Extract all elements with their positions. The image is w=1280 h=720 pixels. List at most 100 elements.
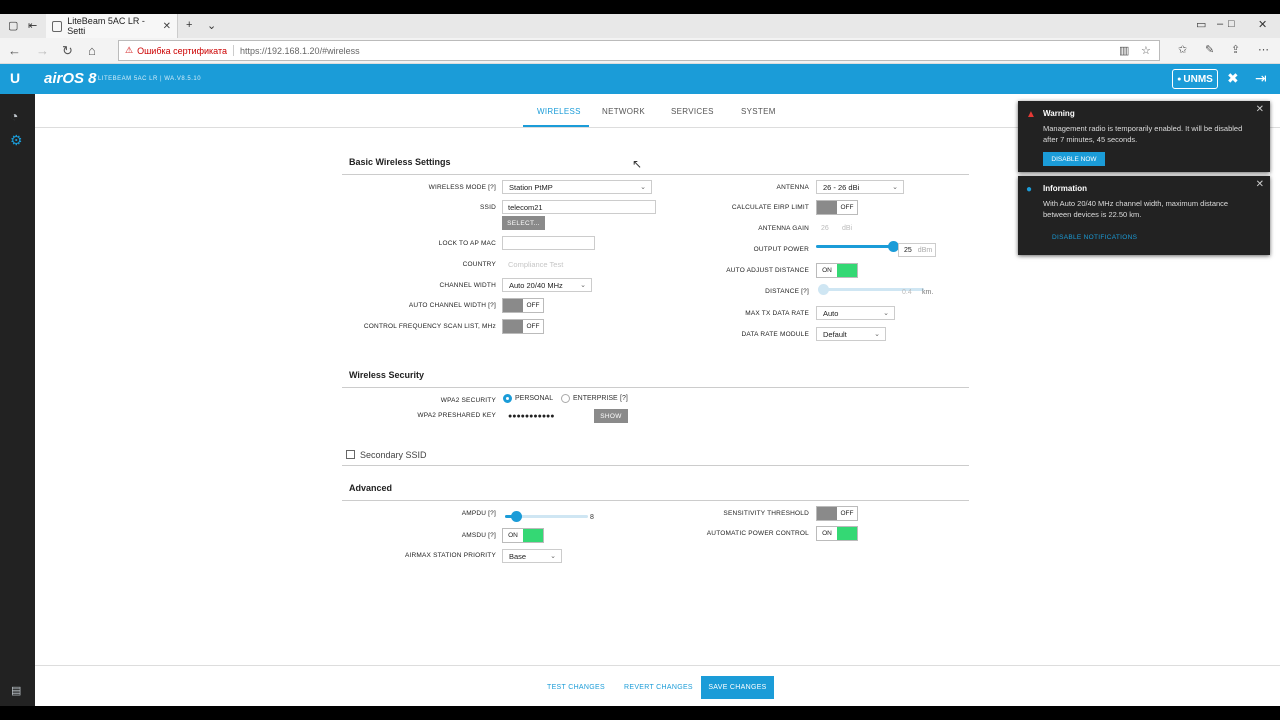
rate-module-label: DATA RATE MODULE	[741, 331, 809, 338]
amsdu-toggle[interactable]: ON	[502, 528, 544, 543]
settings-gears-icon[interactable]: ⚙	[10, 132, 23, 149]
enterprise-label[interactable]: ENTERPRISE	[573, 395, 618, 402]
toggle-knob	[523, 529, 543, 542]
chevron-down-icon: ⌄	[874, 331, 880, 338]
info-icon: ●	[1026, 184, 1033, 195]
sidebar: ◔ ⚙	[0, 94, 35, 706]
tab-wireless[interactable]: WIRELESS	[537, 107, 581, 116]
ubiquiti-logo-icon[interactable]: U	[10, 70, 26, 88]
auto-channel-width-toggle[interactable]: OFF	[502, 298, 544, 313]
chevron-down-icon: ⌄	[580, 282, 586, 289]
chevron-down-icon: ⌄	[883, 310, 889, 317]
share-icon[interactable]: ⇪	[1231, 43, 1240, 56]
home-icon[interactable]: ⌂	[88, 43, 96, 58]
browser-tab[interactable]: LiteBeam 5AC LR - Setti ✕	[46, 14, 178, 38]
channel-width-select[interactable]: Auto 20/40 MHz ⌄	[502, 278, 592, 292]
security-help-link[interactable]: [?]	[620, 395, 628, 402]
ampdu-slider[interactable]	[505, 511, 588, 522]
toggle-state: OFF	[840, 204, 854, 211]
reading-view-icon[interactable]: ▥	[1119, 44, 1129, 57]
apc-toggle[interactable]: ON	[816, 526, 858, 541]
wireless-mode-label: WIRELESS MODE [?]	[428, 184, 496, 191]
secondary-ssid-title[interactable]: Secondary SSID	[360, 450, 427, 460]
revert-changes-button[interactable]: REVERT CHANGES	[624, 684, 693, 691]
toggle-knob	[817, 507, 837, 520]
tab-manager-icon[interactable]: ▢	[8, 19, 18, 32]
ssid-select-button[interactable]: SELECT...	[502, 216, 545, 230]
certificate-warning[interactable]: ⚠ Ошибка сертификата	[125, 45, 234, 56]
max-tx-label: MAX TX DATA RATE	[745, 310, 809, 317]
ampdu-knob[interactable]	[511, 511, 523, 522]
back-icon[interactable]: ←	[8, 43, 21, 58]
airmax-priority-select[interactable]: Base ⌄	[502, 549, 562, 563]
auto-distance-toggle[interactable]: ON	[816, 263, 858, 278]
section-divider	[342, 465, 969, 466]
psk-input[interactable]: ●●●●●●●●●●●	[502, 409, 594, 423]
tab-list-chevron-icon[interactable]: ⌄	[207, 19, 216, 32]
notes-icon[interactable]: ▤	[11, 684, 21, 697]
test-changes-button[interactable]: TEST CHANGES	[547, 684, 605, 691]
disable-notifications-link[interactable]: DISABLE NOTIFICATIONS	[1052, 234, 1137, 241]
airmax-priority-value: Base	[509, 551, 527, 561]
unms-button[interactable]: ● UNMS	[1172, 69, 1218, 89]
mouse-cursor-icon: ↖	[632, 157, 643, 171]
distance-value: 0.4	[902, 289, 912, 296]
enterprise-radio[interactable]	[561, 394, 570, 403]
dashboard-gauge-icon[interactable]: ◔	[10, 108, 18, 124]
rate-module-select[interactable]: Default ⌄	[816, 327, 886, 341]
url-bar[interactable]: ⚠ Ошибка сертификата https://192.168.1.2…	[118, 40, 1160, 61]
lock-ap-mac-label: LOCK TO AP MAC	[438, 240, 496, 247]
wireless-mode-select[interactable]: Station PtMP ⌄	[502, 180, 652, 194]
close-info-icon[interactable]: ✕	[1256, 179, 1264, 190]
back-tabs-icon[interactable]: ⇤	[28, 19, 37, 32]
close-window-icon[interactable]: ✕	[1258, 18, 1267, 31]
restore-icon[interactable]: ▭	[1196, 18, 1206, 31]
favorites-icon[interactable]: ✩	[1178, 43, 1187, 56]
max-tx-select[interactable]: Auto ⌄	[816, 306, 895, 320]
maximize-icon[interactable]: □	[1228, 18, 1235, 30]
screen: ▢ ⇤ LiteBeam 5AC LR - Setti ✕ + ⌄ ▭ – □ …	[0, 0, 1280, 720]
secondary-ssid-checkbox[interactable]	[346, 450, 355, 459]
personal-radio[interactable]	[503, 394, 512, 403]
more-icon[interactable]: ⋯	[1258, 43, 1269, 56]
eirp-toggle[interactable]: OFF	[816, 200, 858, 215]
section-title-advanced: Advanced	[349, 483, 393, 493]
forward-icon[interactable]: →	[36, 43, 49, 58]
lock-ap-mac-input[interactable]	[502, 236, 595, 250]
tab-network[interactable]: NETWORK	[602, 107, 645, 116]
pen-icon[interactable]: ✎	[1205, 43, 1214, 56]
section-divider	[342, 387, 969, 388]
sensitivity-toggle[interactable]: OFF	[816, 506, 858, 521]
antenna-value: 26 - 26 dBi	[823, 182, 860, 192]
freq-scan-label: CONTROL FREQUENCY SCAN LIST, MHz	[363, 323, 496, 330]
show-password-button[interactable]: SHOW	[594, 409, 628, 423]
personal-label[interactable]: PERSONAL	[515, 395, 553, 402]
close-warning-icon[interactable]: ✕	[1256, 104, 1264, 115]
freq-scan-toggle[interactable]: OFF	[502, 319, 544, 334]
warning-message: Management radio is temporarily enabled.…	[1043, 124, 1243, 144]
wireless-mode-value: Station PtMP	[509, 182, 553, 192]
output-power-value: 25	[904, 246, 912, 254]
minimize-icon[interactable]: –	[1217, 18, 1223, 30]
tab-system[interactable]: SYSTEM	[741, 107, 776, 116]
refresh-icon[interactable]: ↻	[62, 43, 73, 59]
toggle-knob	[503, 320, 523, 333]
tools-icon[interactable]: ✖	[1227, 70, 1239, 87]
close-tab-icon[interactable]: ✕	[163, 21, 171, 32]
favorite-star-icon[interactable]: ☆	[1141, 44, 1151, 57]
output-power-input[interactable]: 25 dBm	[898, 243, 936, 257]
app-header: U airOS 8 LITEBEAM 5AC LR | WA.V8.5.10 ●…	[0, 64, 1280, 94]
device-model: LITEBEAM 5AC LR | WA.V8.5.10	[98, 76, 202, 82]
output-power-slider[interactable]	[816, 241, 899, 252]
toggle-knob	[503, 299, 523, 312]
tab-services[interactable]: SERVICES	[671, 107, 714, 116]
save-changes-button[interactable]: SAVE CHANGES	[701, 676, 774, 699]
new-tab-icon[interactable]: +	[186, 19, 192, 31]
logout-icon[interactable]: ⇥	[1255, 70, 1267, 87]
disable-now-button[interactable]: DISABLE NOW	[1043, 152, 1105, 166]
toggle-knob	[837, 527, 857, 540]
antenna-select[interactable]: 26 - 26 dBi ⌄	[816, 180, 904, 194]
ssid-input[interactable]: telecom21	[502, 200, 656, 214]
antenna-gain-unit: dBi	[842, 225, 853, 232]
sensitivity-label: SENSITIVITY THRESHOLD	[723, 510, 809, 517]
